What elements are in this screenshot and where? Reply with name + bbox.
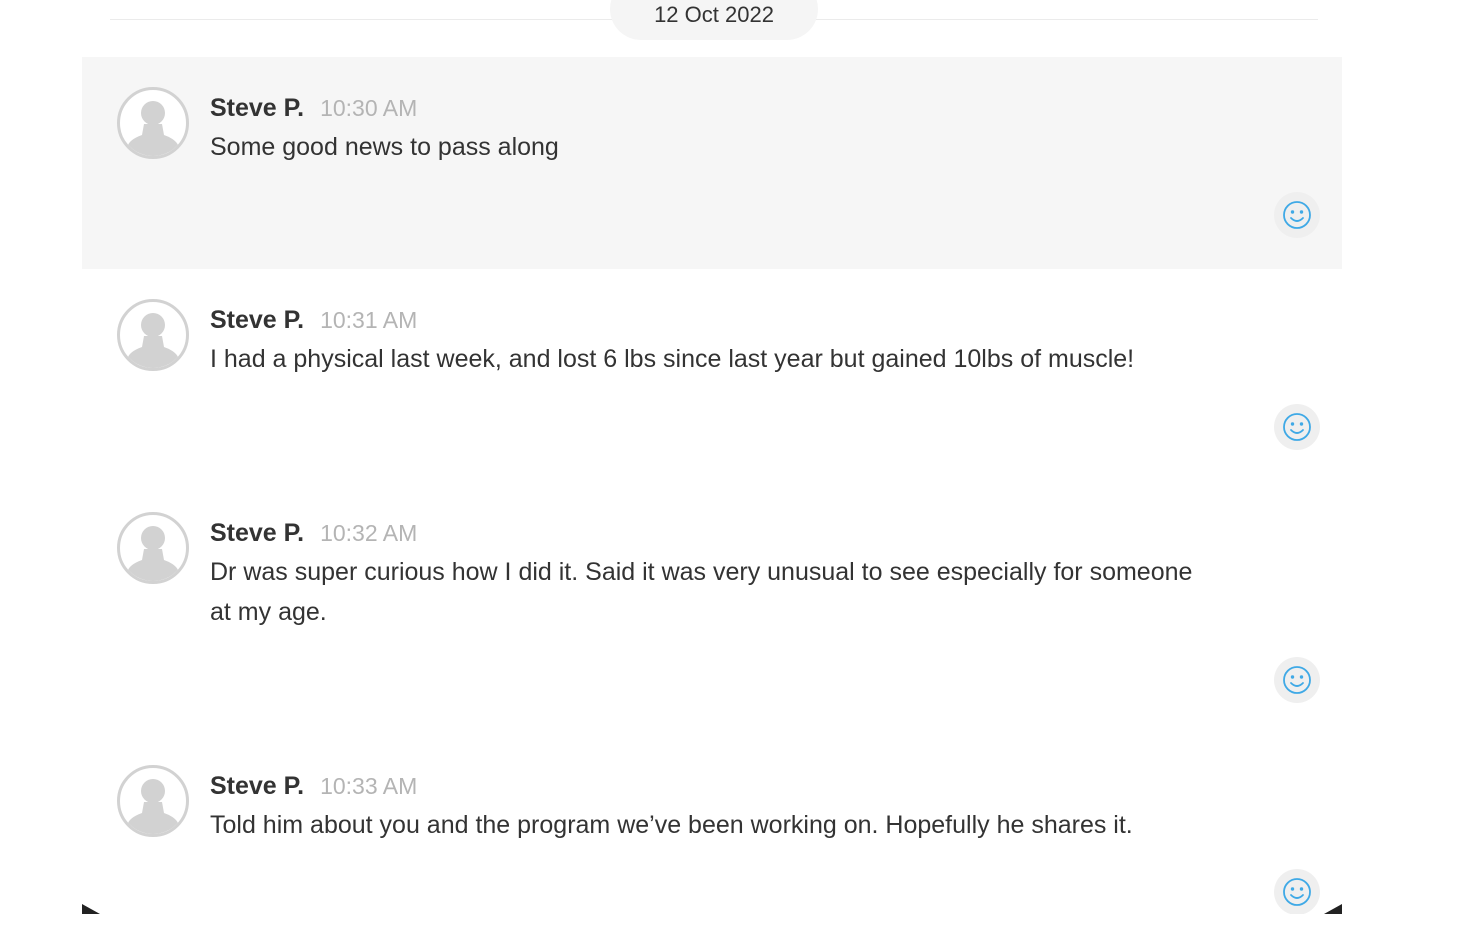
smiley-face-icon bbox=[1283, 413, 1311, 441]
message-timestamp: 10:33 AM bbox=[320, 773, 418, 799]
message-text: Dr was super curious how I did it. Said … bbox=[210, 558, 1193, 626]
message-header: Steve P. 10:32 AM bbox=[210, 515, 1200, 551]
message-item[interactable]: Steve P. 10:31 AM I had a physical last w… bbox=[82, 269, 1342, 481]
smiley-face-icon bbox=[1283, 201, 1311, 229]
date-divider-label: 12 Oct 2022 bbox=[610, 0, 818, 40]
default-user-avatar-icon[interactable] bbox=[117, 512, 189, 584]
add-reaction-button[interactable] bbox=[1274, 657, 1320, 703]
message-author[interactable]: Steve P. bbox=[210, 94, 304, 122]
message-timestamp: 10:30 AM bbox=[320, 95, 418, 121]
chat-page: 12 Oct 2022 Steve P. 10:30 AM Some good n… bbox=[0, 0, 1480, 948]
date-divider: 12 Oct 2022 bbox=[110, 0, 1318, 40]
message-header: Steve P. 10:33 AM bbox=[210, 768, 1230, 804]
message-body: Steve P. 10:30 AM Some good news to pass … bbox=[210, 90, 1230, 167]
message-text: Told him about you and the program we’ve… bbox=[210, 811, 1133, 839]
add-reaction-button[interactable] bbox=[1274, 869, 1320, 914]
message-timestamp: 10:31 AM bbox=[320, 307, 418, 333]
message-item[interactable]: Steve P. 10:30 AM Some good news to pass … bbox=[82, 57, 1342, 269]
message-body: Steve P. 10:31 AM I had a physical last w… bbox=[210, 302, 1230, 379]
message-author[interactable]: Steve P. bbox=[210, 772, 304, 800]
message-author[interactable]: Steve P. bbox=[210, 306, 304, 334]
smiley-face-icon bbox=[1283, 878, 1311, 906]
message-body: Steve P. 10:32 AM Dr was super curious ho… bbox=[210, 515, 1200, 632]
message-body: Steve P. 10:33 AM Told him about you and … bbox=[210, 768, 1230, 845]
default-user-avatar-icon[interactable] bbox=[117, 87, 189, 159]
message-item[interactable]: Steve P. 10:33 AM Told him about you and … bbox=[82, 735, 1342, 914]
message-text: I had a physical last week, and lost 6 l… bbox=[210, 345, 1135, 373]
panel-corner-left bbox=[82, 904, 100, 914]
message-item[interactable]: Steve P. 10:32 AM Dr was super curious ho… bbox=[82, 482, 1342, 732]
add-reaction-button[interactable] bbox=[1274, 192, 1320, 238]
message-text: Some good news to pass along bbox=[210, 133, 559, 161]
message-timestamp: 10:32 AM bbox=[320, 520, 418, 546]
add-reaction-button[interactable] bbox=[1274, 404, 1320, 450]
message-header: Steve P. 10:31 AM bbox=[210, 302, 1230, 338]
message-header: Steve P. 10:30 AM bbox=[210, 90, 1230, 126]
smiley-face-icon bbox=[1283, 666, 1311, 694]
message-author[interactable]: Steve P. bbox=[210, 519, 304, 547]
panel-corner-right bbox=[1324, 904, 1342, 914]
chat-message-list: 12 Oct 2022 Steve P. 10:30 AM Some good n… bbox=[82, 0, 1342, 914]
default-user-avatar-icon[interactable] bbox=[117, 299, 189, 371]
default-user-avatar-icon[interactable] bbox=[117, 765, 189, 837]
